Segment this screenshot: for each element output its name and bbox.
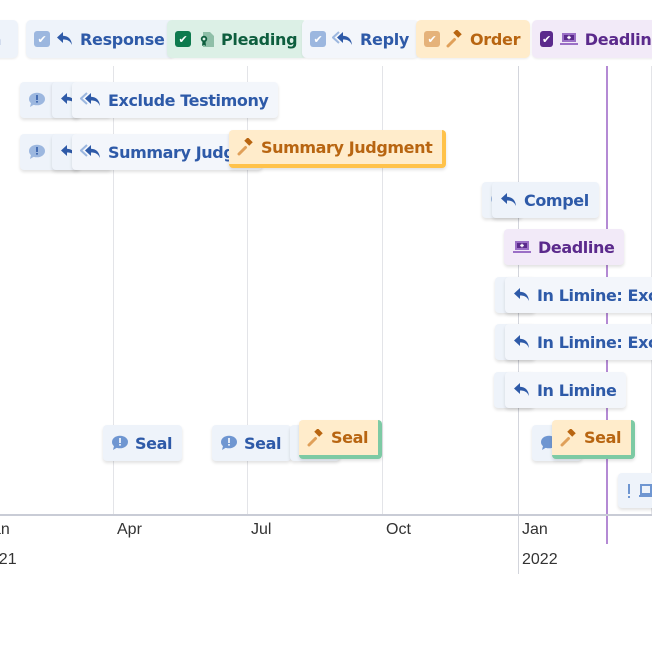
tick-label-year: 2021 — [0, 551, 17, 568]
event-label: Exclude Testimony — [108, 90, 269, 110]
event-label: Seal — [331, 428, 369, 447]
checkbox-checked-icon[interactable]: ✔ — [310, 31, 326, 47]
filter-chip-label: Response — [80, 29, 165, 49]
reply-all-icon — [80, 92, 102, 108]
event-card-motion[interactable] — [618, 473, 652, 508]
event-card-order[interactable]: Seal — [299, 420, 383, 459]
filter-chip-label: Deadline — [584, 29, 652, 49]
filter-chip-response[interactable]: ✔ Response — [26, 20, 175, 58]
event-card-motion[interactable]: Seal — [212, 425, 292, 461]
event-card-order[interactable]: Summary Judgment — [229, 130, 447, 168]
laptop-icon — [512, 239, 532, 255]
event-label: Seal — [244, 433, 282, 453]
speech-alert-icon — [28, 92, 46, 108]
gridline-jan-2022 — [518, 66, 519, 574]
event-card-deadline[interactable]: Deadline — [504, 229, 625, 265]
reply-icon — [513, 334, 531, 350]
event-label: Compel — [524, 190, 589, 210]
reply-icon — [513, 287, 531, 303]
filter-chip-deadline[interactable]: ✔ Deadline — [532, 20, 652, 58]
filter-chip-label: Reply — [360, 29, 410, 49]
filter-chip-reply[interactable]: ✔ Reply — [302, 20, 420, 58]
event-label: Deadline — [538, 237, 615, 257]
reply-icon — [513, 382, 531, 398]
checkbox-checked-icon[interactable]: ✔ — [540, 31, 553, 47]
tick-label-month: Jan — [522, 521, 548, 538]
filter-chip-label: n — [0, 30, 1, 49]
certificate-doc-icon — [197, 30, 215, 48]
speech-alert-icon — [220, 435, 238, 451]
alert-icon — [626, 483, 632, 499]
gavel-icon — [307, 428, 325, 447]
laptop-icon — [638, 483, 652, 499]
event-label: In Limine: Exclude — [537, 332, 652, 352]
reply-icon — [56, 31, 74, 47]
reply-all-icon — [80, 144, 102, 160]
tick-label-month: Oct — [386, 521, 411, 538]
checkbox-checked-icon[interactable]: ✔ — [34, 31, 50, 47]
checkbox-checked-icon[interactable]: ✔ — [424, 31, 440, 47]
checkbox-checked-icon[interactable]: ✔ — [175, 31, 191, 47]
speech-alert-icon — [28, 144, 46, 160]
gavel-icon — [560, 428, 578, 447]
filter-chip-motion[interactable]: n — [0, 20, 18, 58]
gavel-icon — [446, 30, 464, 48]
filter-chip-order[interactable]: ✔ Order — [416, 20, 531, 58]
event-card-order[interactable]: Seal — [552, 420, 636, 459]
event-label: Summary Judgment — [261, 137, 433, 157]
event-card-response[interactable]: Compel — [492, 182, 599, 218]
reply-all-icon — [332, 31, 354, 47]
event-card-response[interactable]: In Limine: Exclude — [505, 324, 652, 360]
event-label: Seal — [584, 428, 622, 447]
event-label: Seal — [135, 433, 173, 453]
event-label: In Limine: Exclude — [537, 285, 652, 305]
event-card-response[interactable]: In Limine — [505, 372, 627, 408]
tick-label-month: Apr — [117, 521, 142, 538]
reply-icon — [500, 192, 518, 208]
filter-chip-pleading[interactable]: ✔ Pleading — [167, 20, 308, 58]
event-card-motion[interactable]: Seal — [103, 425, 183, 461]
filter-chip-label: Pleading — [221, 29, 298, 49]
time-axis — [0, 514, 652, 516]
laptop-icon — [559, 31, 579, 47]
tick-label-year: 2022 — [522, 551, 558, 568]
tick-label-month: Jul — [251, 521, 272, 538]
gavel-icon — [237, 138, 255, 156]
event-card-reply[interactable]: Exclude Testimony — [72, 82, 279, 118]
speech-alert-icon — [111, 435, 129, 451]
event-label: In Limine — [537, 380, 617, 400]
tick-label-month: Jan — [0, 521, 10, 538]
filter-chip-label: Order — [470, 29, 521, 49]
event-card-response[interactable]: In Limine: Exclude — [505, 277, 652, 313]
